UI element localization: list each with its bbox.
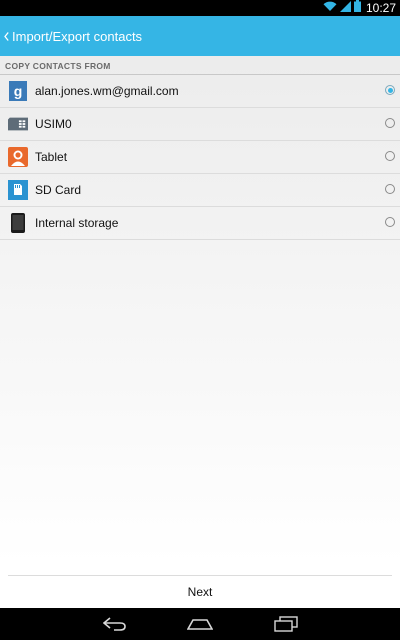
next-button[interactable]: Next [0,576,400,608]
page-title[interactable]: Import/Export contacts [12,29,142,44]
navigation-bar [0,608,400,640]
home-icon[interactable] [180,608,220,640]
google-icon: g [8,81,28,101]
radio-unselected[interactable] [385,151,395,161]
radio-unselected[interactable] [385,217,395,227]
source-label: alan.jones.wm@gmail.com [35,84,179,98]
source-item-sd-card[interactable]: SD Card [0,174,400,207]
source-label: USIM0 [35,117,72,131]
phone-storage-icon [8,213,28,233]
svg-text:g: g [14,83,23,99]
radio-unselected[interactable] [385,118,395,128]
battery-icon [353,0,361,17]
tablet-contact-icon [8,147,28,167]
back-icon[interactable] [95,608,135,640]
source-item-internal-storage[interactable]: Internal storage [0,207,400,240]
content-area: COPY CONTACTS FROM g alan.jones.wm@gmail… [0,56,400,608]
source-item-google[interactable]: g alan.jones.wm@gmail.com [0,75,400,108]
signal-icon [339,0,351,17]
status-bar: 10:27 [0,0,400,16]
chevron-left-icon[interactable] [1,16,11,56]
sim-card-icon [8,114,28,134]
status-time: 10:27 [365,1,396,15]
action-bar: Import/Export contacts [0,16,400,56]
source-item-tablet[interactable]: Tablet [0,141,400,174]
wifi-icon [323,0,337,17]
radio-unselected[interactable] [385,184,395,194]
source-label: SD Card [35,183,82,197]
radio-selected[interactable] [385,85,395,95]
source-list: g alan.jones.wm@gmail.com USIM0 Tablet S… [0,75,400,240]
sd-card-icon [8,180,28,200]
source-label: Tablet [35,150,68,164]
section-header: COPY CONTACTS FROM [0,56,400,75]
source-item-usim0[interactable]: USIM0 [0,108,400,141]
recent-apps-icon[interactable] [266,608,306,640]
source-label: Internal storage [35,216,119,230]
status-icons: 10:27 [323,0,396,16]
